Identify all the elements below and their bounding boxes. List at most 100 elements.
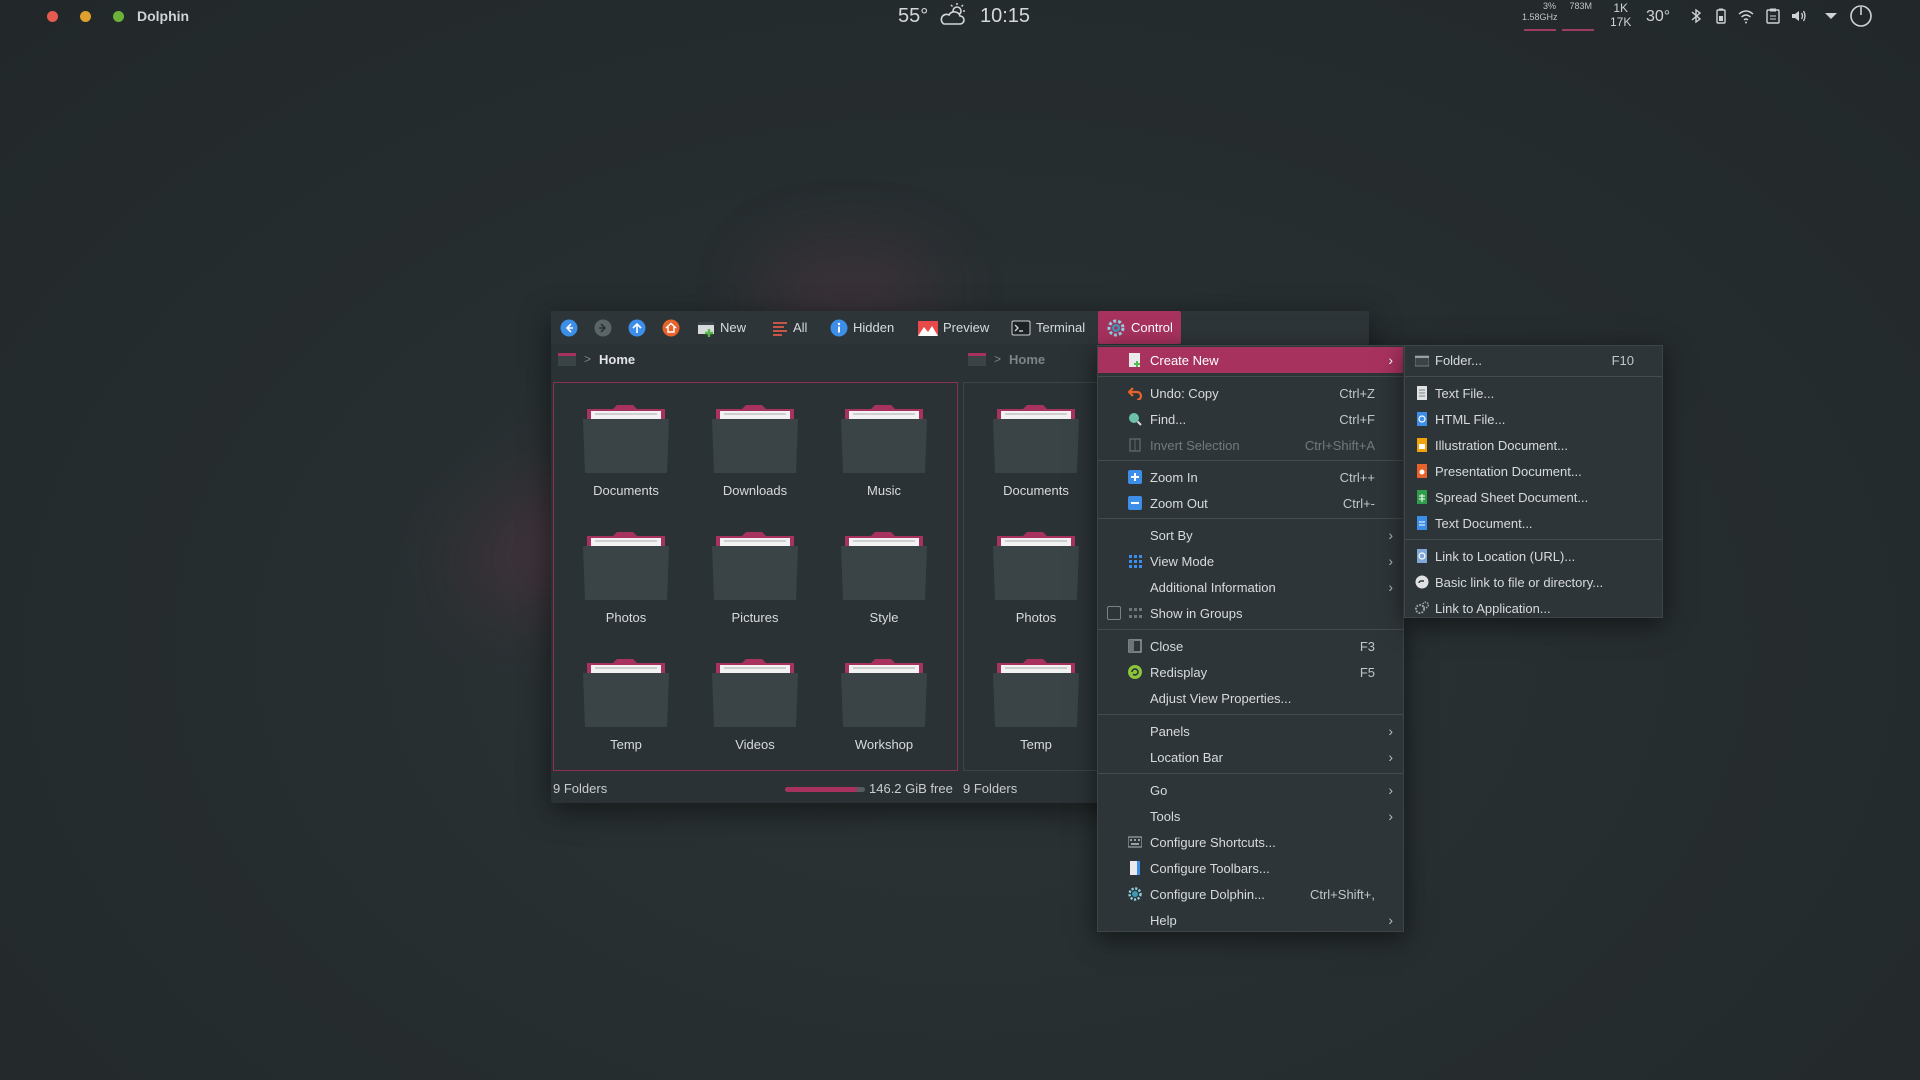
menu-create-new[interactable]: Create New ›	[1098, 347, 1403, 373]
new-label: New	[720, 320, 747, 335]
menu-additional-information[interactable]: Additional Information ›	[1098, 574, 1403, 600]
submenu-text-file[interactable]: Text File...	[1405, 380, 1662, 406]
all-button[interactable]: All	[772, 311, 807, 344]
folder-item[interactable]: Documents	[571, 401, 681, 511]
hidden-button[interactable]: Hidden	[830, 311, 894, 344]
menu-redisplay[interactable]: Redisplay F5	[1098, 659, 1403, 685]
control-button[interactable]: Control	[1098, 311, 1181, 344]
menu-configure-toolbars[interactable]: Configure Toolbars...	[1098, 855, 1403, 881]
menu-undo[interactable]: Undo: Copy Ctrl+Z	[1098, 380, 1403, 406]
network-monitor[interactable]: 1K 17K	[1610, 1, 1631, 29]
menu-shortcut: F3	[1359, 638, 1375, 654]
settings-gear-icon	[1128, 887, 1142, 901]
cpu-monitor[interactable]: 3% 1.58GHz	[1522, 1, 1558, 23]
menu-configure-shortcuts[interactable]: Configure Shortcuts...	[1098, 829, 1403, 855]
menu-shortcut: Ctrl+Shift+,	[1309, 886, 1375, 902]
wifi-icon[interactable]	[1737, 7, 1755, 25]
submenu-spreadsheet[interactable]: Spread Sheet Document...	[1405, 484, 1662, 510]
folder-item[interactable]: Workshop	[829, 655, 939, 765]
menu-label: Find...	[1150, 411, 1187, 427]
free-space-fill	[785, 787, 857, 792]
folder-item[interactable]: Photos	[571, 528, 681, 638]
folder-label: Videos	[735, 737, 775, 752]
submenu-link-application[interactable]: Link to Application...	[1405, 595, 1662, 621]
menu-shortcut: F5	[1359, 664, 1375, 680]
submenu-link-url[interactable]: Link to Location (URL)...	[1405, 543, 1662, 569]
net-down: 17K	[1610, 15, 1632, 29]
menu-label: Show in Groups	[1150, 605, 1243, 621]
folder-item[interactable]: Videos	[700, 655, 810, 765]
text-document-icon	[1417, 516, 1427, 530]
memory-monitor[interactable]: 783M	[1562, 1, 1592, 12]
menu-tools[interactable]: Tools ›	[1098, 803, 1403, 829]
folder-item[interactable]: Style	[829, 528, 939, 638]
submenu-illustration[interactable]: Illustration Document...	[1405, 432, 1662, 458]
folder-item[interactable]: Downloads	[700, 401, 810, 511]
folder-item[interactable]: Photos	[981, 528, 1091, 638]
breadcrumb-home[interactable]: Home	[1009, 352, 1045, 367]
left-file-view[interactable]: Documents Downloads Music Photos Pictures Sty…	[553, 382, 958, 771]
folder-item[interactable]: Documents	[981, 401, 1091, 511]
breadcrumb[interactable]: > Home	[968, 348, 1045, 370]
menu-close[interactable]: Close F3	[1098, 633, 1403, 659]
submenu-folder[interactable]: Folder... F10	[1405, 347, 1662, 373]
menu-invert-selection[interactable]: Invert Selection Ctrl+Shift+A	[1098, 432, 1403, 458]
volume-icon[interactable]	[1790, 7, 1808, 25]
preview-button[interactable]: Preview	[918, 311, 989, 344]
cpu-temperature[interactable]: 30°	[1646, 8, 1670, 26]
maximize-window-button[interactable]	[113, 11, 124, 22]
menu-find[interactable]: Find... Ctrl+F	[1098, 406, 1403, 432]
folder-item[interactable]: Temp	[571, 655, 681, 765]
weather-temp[interactable]: 55°	[898, 5, 928, 28]
new-button[interactable]: New	[697, 311, 746, 344]
menu-panels[interactable]: Panels ›	[1098, 718, 1403, 744]
home-button[interactable]	[662, 311, 680, 344]
submenu-presentation[interactable]: Presentation Document...	[1405, 458, 1662, 484]
menu-sort-by[interactable]: Sort By ›	[1098, 522, 1403, 548]
show-in-groups-checkbox[interactable]	[1107, 606, 1121, 620]
menu-label: Tools	[1150, 808, 1181, 824]
close-window-button[interactable]	[47, 11, 58, 22]
folder-label: Pictures	[731, 610, 779, 625]
chevron-right-icon: ›	[1388, 808, 1393, 824]
breadcrumb-separator: >	[584, 352, 592, 366]
cpu-freq: 1.58GHz	[1522, 12, 1558, 22]
breadcrumb[interactable]: > Home	[558, 348, 635, 370]
up-button[interactable]	[628, 311, 646, 344]
clipboard-icon[interactable]	[1764, 7, 1782, 25]
search-icon	[1129, 413, 1142, 426]
free-space-bar	[785, 787, 865, 792]
terminal-icon	[1011, 320, 1031, 335]
submenu-html-file[interactable]: HTML File...	[1405, 406, 1662, 432]
folder-item[interactable]: Music	[829, 401, 939, 511]
menu-zoom-in[interactable]: Zoom In Ctrl++	[1098, 464, 1403, 490]
menu-location-bar[interactable]: Location Bar ›	[1098, 744, 1403, 770]
back-button[interactable]	[560, 311, 578, 344]
arrow-up-icon	[628, 319, 646, 336]
battery-icon[interactable]	[1712, 7, 1730, 25]
refresh-icon	[1128, 665, 1142, 679]
menu-separator	[1098, 518, 1403, 519]
folder-item[interactable]: Temp	[981, 655, 1091, 765]
menu-help[interactable]: Help ›	[1098, 907, 1403, 933]
menu-show-in-groups[interactable]: Show in Groups	[1098, 600, 1403, 626]
menu-adjust-view-properties[interactable]: Adjust View Properties...	[1098, 685, 1403, 711]
chevron-down-icon[interactable]	[1822, 7, 1840, 25]
menu-go[interactable]: Go ›	[1098, 777, 1403, 803]
bluetooth-icon[interactable]	[1687, 7, 1705, 25]
submenu-basic-link[interactable]: Basic link to file or directory...	[1405, 569, 1662, 595]
menu-label: Panels	[1150, 723, 1190, 739]
menu-configure-dolphin[interactable]: Configure Dolphin... Ctrl+Shift+,	[1098, 881, 1403, 907]
folder-item[interactable]: Pictures	[700, 528, 810, 638]
menu-view-mode[interactable]: View Mode ›	[1098, 548, 1403, 574]
breadcrumb-home[interactable]: Home	[599, 352, 635, 367]
minimize-window-button[interactable]	[80, 11, 91, 22]
menu-zoom-out[interactable]: Zoom Out Ctrl+-	[1098, 490, 1403, 516]
terminal-button[interactable]: Terminal	[1011, 311, 1085, 344]
clock[interactable]: 10:15	[980, 5, 1030, 28]
power-icon[interactable]	[1849, 4, 1873, 28]
partly-cloudy-icon[interactable]	[938, 2, 968, 28]
menu-shortcut: F10	[1611, 352, 1634, 368]
forward-button[interactable]	[594, 311, 612, 344]
submenu-text-document[interactable]: Text Document...	[1405, 510, 1662, 536]
